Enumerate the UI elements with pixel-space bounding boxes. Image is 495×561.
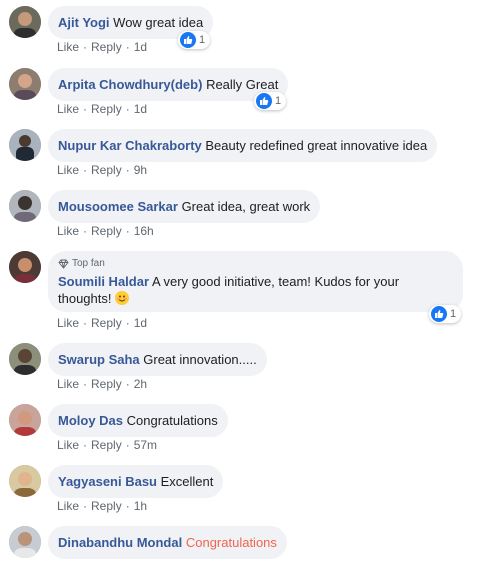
reply-link[interactable]: Reply (91, 438, 122, 452)
commenter-name[interactable]: Arpita Chowdhury(deb) (58, 77, 202, 92)
avatar[interactable] (9, 68, 41, 100)
reply-link[interactable]: Reply (91, 40, 122, 54)
commenter-name[interactable]: Yagyaseni Basu (58, 474, 157, 489)
comment-bubble: Arpita Chowdhury(deb) Really Great (48, 68, 289, 101)
avatar[interactable] (9, 465, 41, 497)
reaction-count[interactable]: 1 (254, 92, 287, 110)
avatar[interactable] (9, 343, 41, 375)
commenter-name[interactable]: Soumili Haldar (58, 274, 149, 289)
reply-link[interactable]: Reply (91, 499, 122, 513)
reaction-number: 1 (199, 34, 206, 46)
reply-link[interactable]: Reply (91, 163, 122, 177)
comment-bubble: Mousoomee Sarkar Great idea, great work (48, 190, 321, 223)
timestamp[interactable]: 1d (134, 102, 147, 116)
reply-link[interactable]: Reply (91, 377, 122, 391)
timestamp[interactable]: 16h (134, 224, 154, 238)
smiling-face-emoji (115, 291, 130, 305)
like-link[interactable]: Like (57, 102, 79, 116)
comment-text: Great innovation..... (143, 352, 257, 367)
commenter-name[interactable]: Moloy Das (58, 413, 123, 428)
timestamp[interactable]: 1h (134, 499, 147, 513)
commenter-name[interactable]: Nupur Kar Chakraborty (58, 138, 202, 153)
like-link[interactable]: Like (57, 438, 79, 452)
comment-text: Really Great (206, 77, 279, 92)
comment-text: Excellent (160, 474, 214, 489)
like-link[interactable]: Like (57, 499, 79, 513)
comment-text: Congratulations (185, 535, 277, 550)
comment-bubble: Yagyaseni Basu Excellent (48, 465, 224, 498)
like-reaction-icon (180, 32, 196, 48)
reply-link[interactable]: Reply (91, 224, 122, 238)
timestamp[interactable]: 9h (134, 163, 147, 177)
comment-text: Congratulations (126, 413, 218, 428)
badge-label: Top fan (72, 258, 105, 269)
timestamp[interactable]: 2h (134, 377, 147, 391)
commenter-name[interactable]: Ajit Yogi (58, 15, 110, 30)
comment-bubble: Top fan Soumili Haldar A very good initi… (48, 251, 463, 312)
commenter-name[interactable]: Swarup Saha (58, 352, 140, 367)
avatar[interactable] (9, 190, 41, 222)
avatar[interactable] (9, 526, 41, 558)
like-link[interactable]: Like (57, 224, 79, 238)
comment-text: Beauty redefined great innovative idea (205, 138, 428, 153)
timestamp[interactable]: 1d (134, 316, 147, 330)
reply-link[interactable]: Reply (91, 316, 122, 330)
like-link[interactable]: Like (57, 316, 79, 330)
commenter-name[interactable]: Mousoomee Sarkar (58, 199, 178, 214)
comment-bubble: Nupur Kar Chakraborty Beauty redefined g… (48, 129, 438, 162)
commenter-name[interactable]: Dinabandhu Mondal (58, 535, 182, 550)
timestamp[interactable]: 1d (134, 40, 147, 54)
like-link[interactable]: Like (57, 163, 79, 177)
reply-link[interactable]: Reply (91, 102, 122, 116)
avatar[interactable] (9, 251, 41, 283)
avatar[interactable] (9, 404, 41, 436)
avatar[interactable] (9, 6, 41, 38)
comment-bubble: Dinabandhu Mondal Congratulations (48, 526, 287, 559)
like-link[interactable]: Like (57, 40, 79, 54)
timestamp[interactable]: 57m (134, 438, 157, 452)
like-link[interactable]: Like (57, 377, 79, 391)
comment-bubble: Moloy Das Congratulations (48, 404, 228, 437)
reaction-count[interactable]: 1 (178, 31, 211, 49)
reaction-number: 1 (450, 308, 457, 320)
reaction-count[interactable]: 1 (429, 305, 462, 323)
like-reaction-icon (431, 306, 447, 322)
reaction-number: 1 (275, 95, 282, 107)
avatar[interactable] (9, 129, 41, 161)
like-reaction-icon (256, 93, 272, 109)
comment-bubble: Swarup Saha Great innovation..... (48, 343, 267, 376)
diamond-icon (58, 259, 69, 269)
top-fan-badge: Top fan (58, 255, 453, 272)
comment-text: Great idea, great work (181, 199, 311, 214)
comment-text: Wow great idea (113, 15, 204, 30)
